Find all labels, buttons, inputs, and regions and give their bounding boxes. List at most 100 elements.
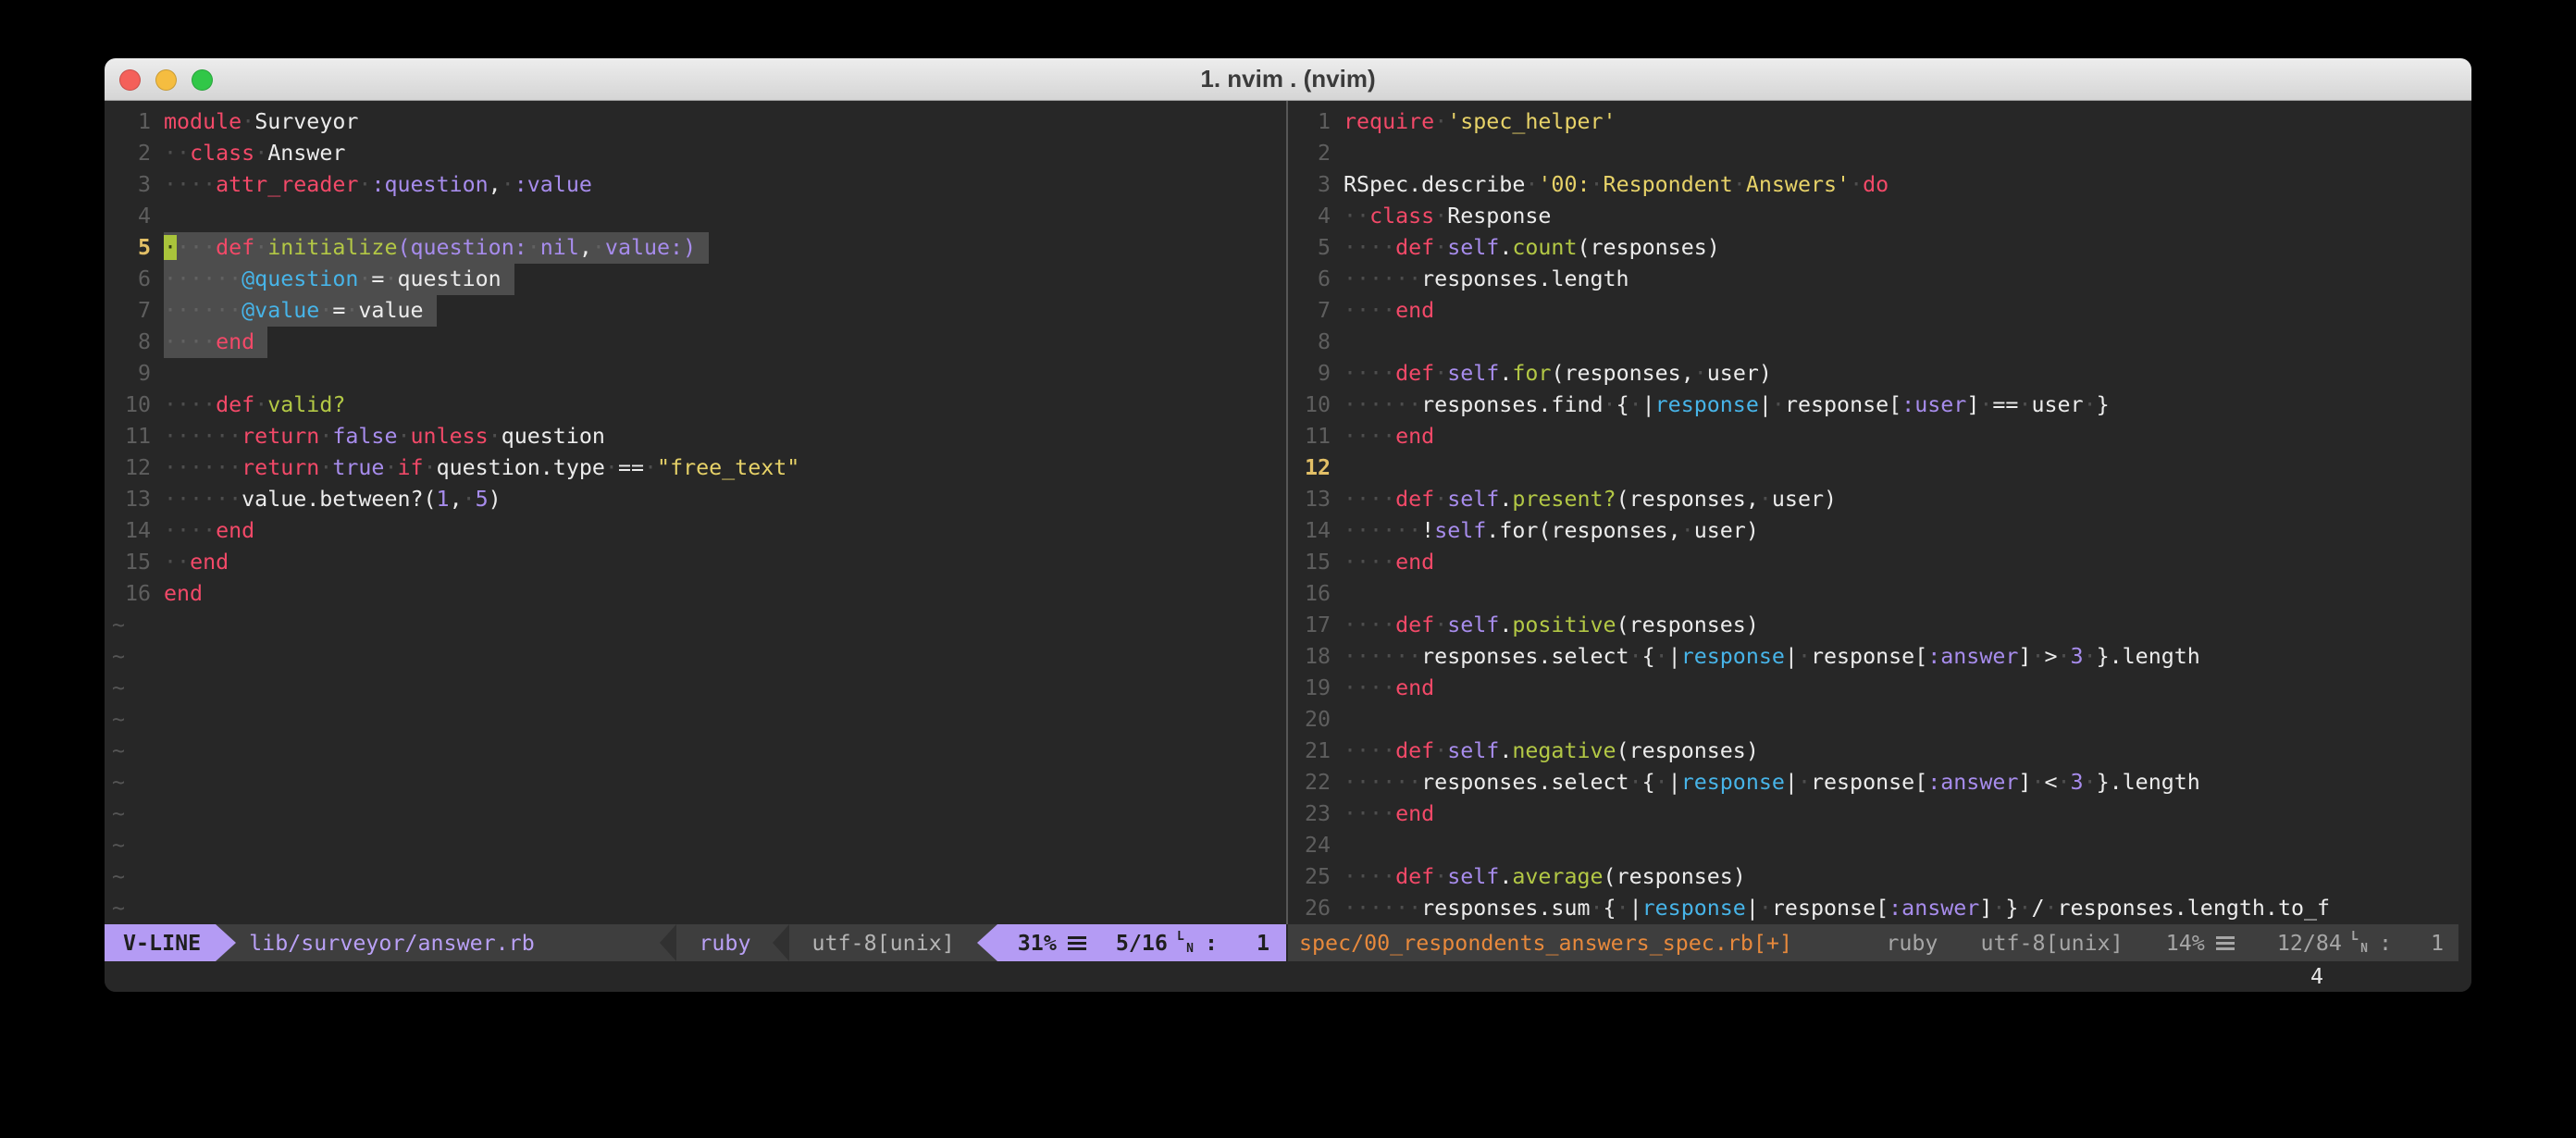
terminal-window: 1. nvim . (nvim) 1module·Surveyor2··clas… xyxy=(105,58,2471,992)
code-line[interactable]: 14····end xyxy=(112,515,1286,547)
code-segment: question xyxy=(502,424,605,449)
code-segment: ······ xyxy=(1344,392,1421,417)
code-segment: Answer xyxy=(267,141,345,166)
minimize-icon[interactable] xyxy=(155,69,177,91)
code-segment: self xyxy=(1447,361,1499,386)
code-line[interactable]: 10····def·valid? xyxy=(112,390,1286,421)
code-text: ······return·false·unless·question xyxy=(164,421,605,452)
code-line[interactable]: 25····def·self.average(responses) xyxy=(1292,861,2471,893)
code-line[interactable]: 24 xyxy=(1292,830,2471,861)
code-line[interactable]: 7······@value·=·value xyxy=(112,295,1286,327)
code-segment: · xyxy=(2084,644,2097,669)
code-line[interactable]: 12 xyxy=(1292,452,2471,484)
code-line[interactable]: 16end xyxy=(112,578,1286,610)
code-segment: attr_reader xyxy=(216,172,358,197)
close-icon[interactable] xyxy=(119,69,141,91)
code-line[interactable]: 3RSpec.describe·'00:·Respondent·Answers'… xyxy=(1292,169,2471,201)
code-segment: · xyxy=(2031,770,2044,795)
code-segment: .for(responses, xyxy=(1486,518,1680,543)
code-text: ··class·Answer xyxy=(164,138,345,169)
left-statusline: V-LINE lib/surveyor/answer.rb ruby utf-8… xyxy=(105,924,1286,961)
code-line[interactable]: 13······value.between?(1,·5) xyxy=(112,484,1286,515)
code-line[interactable]: 17····def·self.positive(responses) xyxy=(1292,610,2471,641)
selected-code-text: ····def·initialize(question:·nil,·value:… xyxy=(164,232,709,264)
empty-buffer-line: ~ xyxy=(112,736,1286,767)
code-text: ····end xyxy=(1344,295,1434,327)
line-number: 4 xyxy=(1292,201,1331,232)
code-segment: 'spec_helper' xyxy=(1447,109,1616,134)
code-segment: :user xyxy=(1901,392,1966,417)
code-line[interactable]: 10······responses.find·{·|response|·resp… xyxy=(1292,390,2471,421)
code-line[interactable]: 12······return·true·if·question.type·==·… xyxy=(112,452,1286,484)
line-number: 11 xyxy=(112,421,151,452)
code-line[interactable]: 6······@question·=·question xyxy=(112,264,1286,295)
code-segment: ···· xyxy=(1344,738,1395,763)
code-segment: · xyxy=(358,172,371,197)
right-file-path: spec/00_respondents_answers_spec.rb[+] xyxy=(1288,931,1792,956)
code-line[interactable]: 1module·Surveyor xyxy=(112,106,1286,138)
code-line[interactable]: 18······responses.select·{·|response|·re… xyxy=(1292,641,2471,673)
left-scroll-percent: 31% xyxy=(1018,931,1057,956)
code-line[interactable]: 8 xyxy=(1292,327,2471,358)
code-line[interactable]: 6······responses.length xyxy=(1292,264,2471,295)
code-line[interactable]: 2 xyxy=(1292,138,2471,169)
code-segment: responses.sum xyxy=(1421,896,1590,921)
code-segment: · xyxy=(527,235,540,260)
empty-buffer-line: ~ xyxy=(112,830,1286,861)
code-segment: (responses) xyxy=(1578,235,1720,260)
code-line[interactable]: 8····end xyxy=(112,327,1286,358)
code-line[interactable]: 9 xyxy=(112,358,1286,390)
left-pane-buffer[interactable]: 1module·Surveyor2··class·Answer3····attr… xyxy=(105,101,1286,924)
code-line[interactable]: 2··class·Answer xyxy=(112,138,1286,169)
code-line[interactable]: 22······responses.select·{·|response|·re… xyxy=(1292,767,2471,798)
code-segment: ·· xyxy=(1344,204,1369,229)
powerline-chevron-icon xyxy=(660,924,676,961)
code-line[interactable]: 11····end xyxy=(1292,421,2471,452)
code-line[interactable]: 5····def·initialize(question:·nil,·value… xyxy=(112,232,1286,264)
fullscreen-icon[interactable] xyxy=(192,69,213,91)
code-segment: :value xyxy=(514,172,592,197)
code-segment: :question xyxy=(371,172,488,197)
line-number: 8 xyxy=(112,327,151,358)
code-segment: , xyxy=(579,235,592,260)
code-line[interactable]: 11 ······return·false·unless·question xyxy=(112,421,1286,452)
code-segment: · xyxy=(1629,644,1642,669)
code-line[interactable]: 9····def·self.for(responses,·user) xyxy=(1292,358,2471,390)
code-line[interactable]: 4 xyxy=(112,201,1286,232)
selected-code-text: ······@value·=·value xyxy=(164,295,437,327)
line-number: 1 xyxy=(112,106,151,138)
code-line[interactable]: 13····def·self.present?(responses,·user) xyxy=(1292,484,2471,515)
code-segment: · xyxy=(1604,392,1616,417)
code-segment: :answer xyxy=(1889,896,1979,921)
code-segment: . xyxy=(1499,487,1512,512)
code-text: require·'spec_helper' xyxy=(1344,106,1616,138)
code-line[interactable]: 21····def·self.negative(responses) xyxy=(1292,736,2471,767)
code-line[interactable]: 20 xyxy=(1292,704,2471,736)
code-segment: response xyxy=(1655,392,1759,417)
code-line[interactable]: 14······!self.for(responses,·user) xyxy=(1292,515,2471,547)
code-line[interactable]: 15····end xyxy=(1292,547,2471,578)
code-segment: { xyxy=(1604,896,1616,921)
code-line[interactable]: 5····def·self.count(responses) xyxy=(1292,232,2471,264)
line-number: 1 xyxy=(1292,106,1331,138)
code-line[interactable]: 4 ··class·Response xyxy=(1292,201,2471,232)
window-titlebar[interactable]: 1. nvim . (nvim) xyxy=(105,58,2471,101)
code-line[interactable]: 19····end xyxy=(1292,673,2471,704)
code-line[interactable]: 3····attr_reader·:question,·:value xyxy=(112,169,1286,201)
code-text: end xyxy=(164,578,203,610)
code-segment: / xyxy=(2031,896,2044,921)
code-segment: , xyxy=(489,172,502,197)
code-line[interactable]: 26······responses.sum·{·|response|·respo… xyxy=(1292,893,2471,924)
code-segment: value.between?( xyxy=(242,487,436,512)
right-pane-buffer[interactable]: 1 require·'spec_helper'23RSpec.describe·'… xyxy=(1288,101,2471,924)
code-line[interactable]: 16 xyxy=(1292,578,2471,610)
line-number-icon: LN xyxy=(1177,929,1194,957)
code-text: ··class·Response xyxy=(1344,201,1551,232)
code-segment: · xyxy=(1992,896,2005,921)
code-line[interactable]: 23····end xyxy=(1292,798,2471,830)
code-line[interactable]: 15··end xyxy=(112,547,1286,578)
code-line[interactable]: 7····end xyxy=(1292,295,2471,327)
code-segment: return xyxy=(242,455,319,480)
code-segment: (responses) xyxy=(1616,612,1759,637)
code-line[interactable]: 1 require·'spec_helper' xyxy=(1292,106,2471,138)
